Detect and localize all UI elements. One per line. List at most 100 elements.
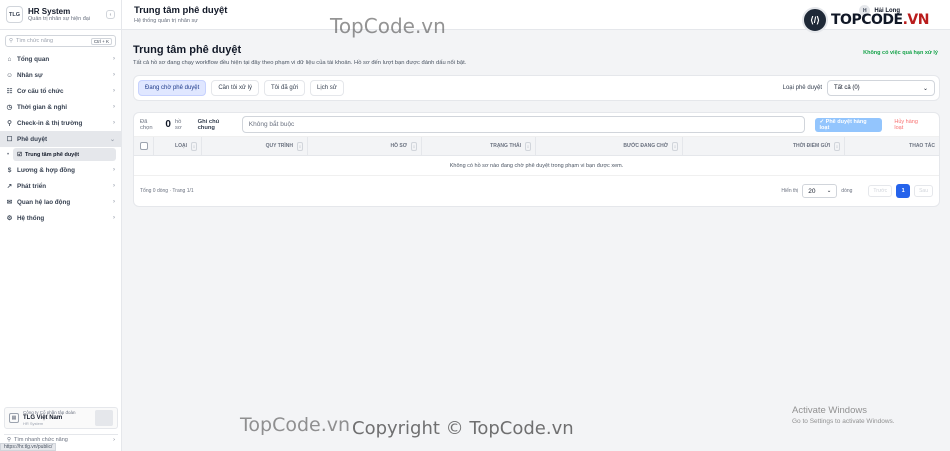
topcode-logo-black: TOPCODE (831, 12, 903, 28)
brand-text: HR System Quản trị nhân sự hiện đại (28, 7, 90, 22)
brand: TLG HR System Quản trị nhân sự hiện đại … (0, 0, 121, 30)
selected-count: 0 (165, 119, 171, 130)
tabs-bar: Đang chờ phê duyệt Cần tôi xử lý Tôi đã … (133, 75, 940, 101)
column-label: BƯỚC ĐANG CHỜ (623, 143, 668, 149)
column-label: TRẠNG THÁI (490, 143, 521, 149)
column-header-waiting-step[interactable]: BƯỚC ĐANG CHỜ ↕ (536, 137, 683, 155)
approval-type-label: Loại phê duyệt (782, 85, 822, 91)
selected-prefix: Đã chọn (140, 118, 153, 131)
tab-pending[interactable]: Đang chờ phê duyệt (138, 80, 207, 96)
sidebar-item-label: Lương & hợp đồng (17, 166, 75, 174)
sidebar-item-personnel[interactable]: ☺ Nhân sự › (0, 67, 121, 83)
page-number-button[interactable]: 1 (896, 184, 911, 198)
next-page-button[interactable]: Sau (914, 185, 933, 197)
sidebar-item-org-structure[interactable]: ☷ Cơ cấu tổ chức › (0, 83, 121, 99)
activate-subtitle: Go to Settings to activate Windows. (792, 418, 895, 425)
sidebar-subitem-approval-center[interactable]: • ☑ Trung tâm phê duyệt (0, 147, 121, 162)
money-icon: $ (7, 166, 12, 174)
tab-history[interactable]: Lịch sử (310, 80, 344, 96)
home-icon: ⌂ (7, 55, 12, 63)
bulk-cancel-button[interactable]: Hủy hàng loạt (889, 118, 933, 132)
table-footer: Tổng 0 dòng · Trang 1/1 Hiển thị 20 ⌄ dò… (134, 176, 939, 206)
chevron-right-icon: › (113, 215, 115, 221)
column-label: LOẠI (175, 143, 187, 149)
org-chart-icon: ☷ (6, 88, 13, 95)
sidebar-item-salary[interactable]: $ Lương & hợp đồng › (0, 162, 121, 178)
growth-icon: ↗ (6, 183, 13, 190)
column-label: HỒ SƠ (390, 143, 408, 149)
sidebar-item-time-leave[interactable]: ◷ Thời gian & nghỉ › (0, 99, 121, 115)
sidebar-item-labor-relations[interactable]: ✉ Quan hệ lao động › (0, 194, 121, 210)
table-header: LOẠI ↕ QUY TRÌNH ↕ HỒ SƠ ↕ TRẠNG THÁI ↕ … (134, 137, 939, 156)
approval-table-card: Đã chọn 0 hồ sơ Ghi chú chung Không bắt … (133, 112, 940, 207)
chevron-right-icon: › (113, 120, 115, 126)
company-card[interactable]: ▦ Công ty Cổ phần tập đoàn TLG Việt Nam … (4, 407, 118, 429)
sidebar-item-development[interactable]: ↗ Phát triển › (0, 178, 121, 194)
sidebar-item-overview[interactable]: ⌂ Tổng quan › (0, 51, 121, 67)
approval-center-link[interactable]: ☑ Trung tâm phê duyệt (13, 148, 116, 161)
column-header-status[interactable]: TRẠNG THÁI ↕ (422, 137, 536, 155)
column-header-sent-time[interactable]: THỜI ĐIỂM GỬI ↕ (683, 137, 845, 155)
sidebar-search[interactable]: ⚲ Tìm chức năng Ctrl + K (5, 35, 116, 47)
page-size-select[interactable]: 20 ⌄ (802, 184, 838, 198)
sidebar-item-label: Hệ thống (17, 214, 45, 222)
building-icon: ▦ (9, 413, 19, 423)
approval-type-select[interactable]: Tất cả (0) ⌄ (827, 80, 935, 96)
prev-page-button[interactable]: Trước (868, 185, 893, 197)
company-illustration (95, 410, 113, 426)
select-all-cell (134, 137, 154, 155)
page-description: Tất cả hồ sơ đang chạy workflow đều hiện… (133, 60, 467, 66)
watermark-bottom: TopCode.vn (240, 414, 351, 436)
pagination-summary: Tổng 0 dòng · Trang 1/1 (140, 188, 194, 194)
company-text: Công ty Cổ phần tập đoàn TLG Việt Nam HR… (23, 410, 76, 426)
selected-suffix: hồ sơ (174, 118, 182, 131)
sidebar-item-label: Check-in & thị trường (17, 119, 83, 127)
location-pin-icon: ⚲ (7, 120, 12, 127)
sidebar-item-checkin[interactable]: ⚲ Check-in & thị trường › (0, 115, 121, 131)
rows-label: dòng (841, 188, 853, 194)
search-icon: ⚲ (9, 38, 14, 44)
column-header-type[interactable]: LOẠI ↕ (154, 137, 202, 155)
column-header-record[interactable]: HỒ SƠ ↕ (308, 137, 422, 155)
select-all-checkbox[interactable] (139, 142, 148, 150)
tab-needs-me[interactable]: Cần tôi xử lý (211, 80, 260, 96)
column-header-actions: THAO TÁC (845, 137, 939, 155)
sidebar-item-label: Phê duyệt (17, 135, 48, 143)
sidebar-search-placeholder: Tìm chức năng (16, 38, 54, 44)
column-header-process[interactable]: QUY TRÌNH ↕ (202, 137, 308, 155)
sidebar-item-label: Phát triển (17, 182, 47, 190)
empty-message: Không có hồ sơ nào đang chờ phê duyệt tr… (134, 156, 939, 176)
sidebar-subitem-label: Trung tâm phê duyệt (25, 151, 80, 158)
sidebar-item-approval[interactable]: ☐ Phê duyệt ⌄ (0, 131, 121, 147)
topcode-logo-text: TOPCODE.VN (831, 12, 929, 28)
bulk-action-row: Đã chọn 0 hồ sơ Ghi chú chung Không bắt … (134, 113, 939, 137)
sidebar-item-label: Nhân sự (17, 71, 43, 79)
sort-icon[interactable]: ↕ (297, 141, 303, 151)
note-input[interactable]: Không bắt buộc (241, 116, 805, 133)
column-label: THỜI ĐIỂM GỬI (792, 143, 830, 149)
app-logo: TLG (6, 6, 23, 23)
chevron-right-icon: › (113, 56, 115, 62)
page-size-label: Hiển thị (781, 188, 799, 194)
sidebar-item-system[interactable]: ⚙ Hệ thống › (0, 210, 121, 226)
sidebar: TLG HR System Quản trị nhân sự hiện đại … (0, 0, 122, 451)
sort-icon[interactable]: ↕ (525, 141, 531, 151)
sort-icon[interactable]: ↕ (672, 141, 678, 151)
main-content: Trung tâm phê duyệt Tất cả hồ sơ đang ch… (122, 30, 950, 451)
note-label: Ghi chú chung (197, 118, 220, 131)
chevron-right-icon: › (113, 88, 115, 94)
page-size-value: 20 (808, 187, 816, 195)
sort-icon[interactable]: ↕ (411, 141, 417, 151)
sort-icon[interactable]: ↕ (191, 141, 197, 151)
app-subtitle: Quản trị nhân sự hiện đại (28, 16, 91, 22)
company-sub: HR System (23, 421, 44, 426)
chevron-right-icon: › (113, 183, 115, 189)
bulk-approve-button[interactable]: ✓ Phê duyệt hàng loạt (814, 117, 883, 132)
tab-sent[interactable]: Tôi đã gửi (264, 80, 306, 96)
search-shortcut: Ctrl + K (90, 37, 112, 45)
sort-icon[interactable]: ↕ (834, 141, 840, 151)
browser-status-url: https://hr.tlg.vn/public/ (0, 443, 57, 451)
chevron-right-icon: › (113, 437, 115, 443)
activate-title: Activate Windows (792, 405, 867, 416)
collapse-sidebar-button[interactable]: ‹ (106, 10, 115, 19)
